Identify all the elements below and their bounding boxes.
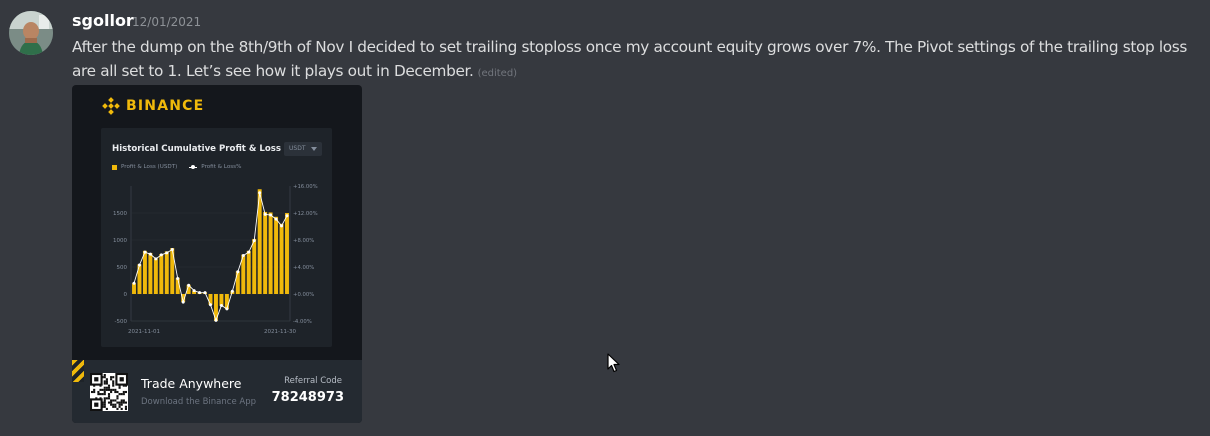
pnl-percent-point	[214, 318, 218, 322]
pnl-chart-card: Historical Cumulative Profit & Loss USDT…	[101, 128, 332, 347]
pnl-percent-point	[165, 251, 169, 255]
user-avatar[interactable]	[9, 11, 53, 55]
pnl-percent-point	[176, 276, 180, 280]
mouse-cursor-icon	[607, 353, 621, 377]
y-tick-label: 0	[124, 292, 128, 298]
app-promo-footer: Trade Anywhere Download the Binance App …	[72, 360, 362, 423]
edited-label: (edited)	[477, 68, 518, 79]
y-tick-label: 1500	[113, 211, 127, 217]
pnl-percent-point	[209, 303, 212, 307]
pnl-bar	[224, 294, 229, 310]
message-content: After the dump on the 8th/9th of Nov I d…	[72, 35, 1208, 86]
referral-code: 78248973	[271, 390, 344, 405]
pnl-bar	[142, 250, 147, 294]
pnl-percent-point	[187, 283, 191, 287]
y-tick-label: 1000	[113, 238, 127, 244]
pnl-bar	[279, 223, 284, 294]
pnl-percent-point	[285, 214, 289, 218]
pnl-bar	[235, 271, 240, 294]
binance-icon	[102, 97, 120, 115]
pnl-bar	[132, 283, 136, 294]
pnl-percent-point	[143, 250, 147, 254]
x-end-label: 2021-11-30	[264, 329, 296, 335]
pnl-bar	[274, 216, 279, 294]
pnl-percent-point	[252, 239, 256, 243]
pnl-percent-point	[132, 281, 136, 285]
y2-tick-label: -4.00%	[293, 319, 312, 325]
x-start-label: 2021-11-01	[128, 329, 160, 335]
pnl-percent-point	[203, 291, 207, 295]
pnl-bar	[148, 252, 153, 294]
message-text: After the dump on the 8th/9th of Nov I d…	[72, 38, 1187, 80]
pnl-bar	[159, 254, 164, 294]
pnl-bar	[263, 211, 268, 294]
pnl-bar	[153, 258, 158, 294]
pnl-percent-point	[148, 252, 152, 256]
y2-tick-label: +12.00%	[293, 211, 318, 217]
y-tick-label: 500	[117, 265, 128, 271]
y2-tick-label: +4.00%	[293, 265, 314, 271]
referral-label: Referral Code	[284, 376, 342, 386]
pnl-percent-point	[154, 257, 158, 261]
pnl-bar	[252, 238, 257, 294]
pnl-bar	[246, 250, 251, 294]
promo-subtitle: Download the Binance App	[141, 397, 256, 407]
pnl-percent-point	[241, 254, 245, 258]
pnl-percent-point	[225, 307, 229, 311]
pnl-percent-point	[219, 303, 223, 307]
pnl-percent-point	[181, 300, 185, 304]
pnl-percent-point	[269, 213, 273, 217]
binance-logo: BINANCE	[102, 97, 204, 115]
pnl-percent-point	[258, 191, 262, 195]
brand-name: BINANCE	[126, 98, 205, 114]
message-timestamp[interactable]: 12/01/2021	[132, 14, 201, 30]
y2-tick-label: +16.00%	[293, 184, 318, 190]
y2-tick-label: +8.00%	[293, 238, 314, 244]
pnl-percent-point	[230, 289, 234, 293]
pnl-chart: 1500 1000 500 0 -500 +16.00% +12.00% +8.00% +4.0…	[113, 184, 318, 335]
pnl-bar	[268, 212, 273, 294]
pnl-percent-point	[159, 253, 163, 257]
pnl-percent-point	[274, 217, 278, 221]
promo-title: Trade Anywhere	[141, 376, 242, 391]
pnl-percent-point	[198, 291, 202, 295]
y-tick-label: -500	[115, 319, 128, 325]
pnl-percent-point	[192, 289, 196, 293]
pnl-percent-point	[137, 263, 141, 267]
image-attachment[interactable]: BINANCE Historical Cumulative Profit & L…	[72, 85, 362, 423]
pnl-percent-point	[170, 247, 174, 251]
pnl-percent-point	[236, 270, 240, 274]
message-author[interactable]: sgollor	[72, 11, 134, 31]
pnl-bar	[208, 294, 213, 305]
pnl-bar	[164, 251, 169, 294]
y2-tick-label: +0.00%	[293, 292, 314, 298]
pnl-percent-point	[247, 250, 251, 254]
hazard-stripes	[72, 360, 84, 382]
pnl-bar	[285, 213, 289, 294]
pnl-percent-point	[280, 224, 284, 228]
qr-code-icon	[89, 372, 129, 412]
pnl-percent-point	[263, 212, 267, 216]
